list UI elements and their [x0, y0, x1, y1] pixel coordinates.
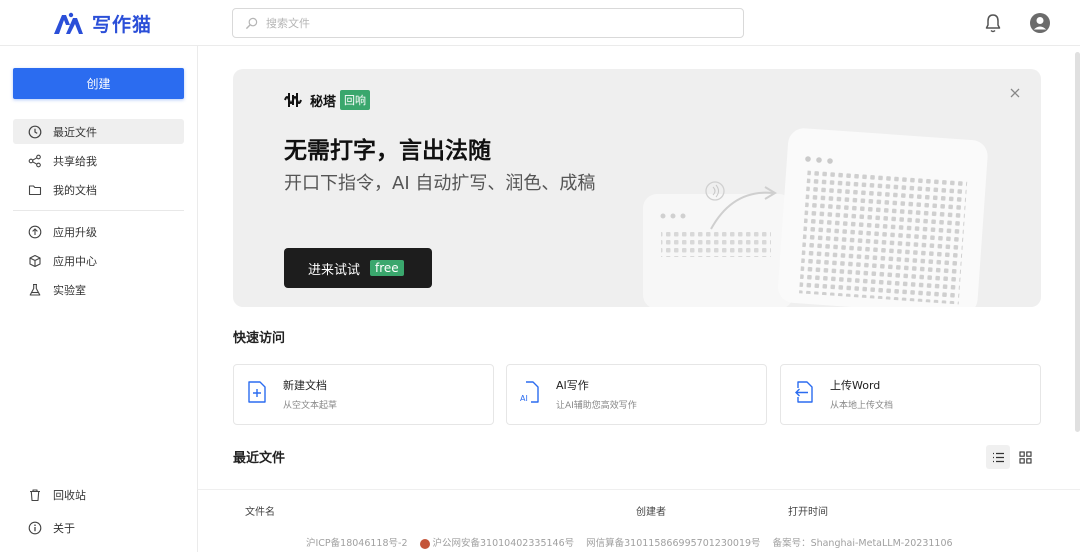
- create-button[interactable]: 创建: [13, 68, 184, 99]
- sidebar-item-label: 最近文件: [53, 125, 97, 139]
- grid-icon: [1018, 450, 1032, 464]
- sidebar-item-label: 回收站: [53, 488, 86, 502]
- card-desc: 让AI辅助您高效写作: [556, 401, 637, 411]
- footer-algo-record[interactable]: 网信算备310115866995701230019号: [586, 535, 760, 549]
- sidebar-item-shared[interactable]: 共享给我: [13, 148, 184, 173]
- sidebar-item-label: 应用中心: [53, 254, 97, 268]
- table-divider: [198, 489, 1080, 490]
- column-header-open-time[interactable]: 打开时间: [788, 503, 828, 518]
- footer-police-record[interactable]: 沪公网安备31010402335146号: [419, 535, 575, 549]
- recent-files-title: 最近文件: [233, 451, 286, 466]
- close-icon[interactable]: [1008, 86, 1022, 100]
- soundwave-icon: [284, 93, 302, 107]
- quick-card-new-doc[interactable]: 新建文档 从空文本起草: [233, 364, 494, 425]
- app-name: 写作猫: [92, 14, 153, 36]
- sidebar-item-about[interactable]: 关于: [13, 515, 184, 540]
- banner-subtitle: 开口下指令，AI 自动扩写、润色、成稿: [284, 173, 596, 194]
- footer-legal: 沪ICP备18046118号-2 沪公网安备31010402335146号 网信…: [306, 535, 965, 549]
- sidebar-item-label: 关于: [53, 521, 75, 535]
- new-doc-icon: [248, 381, 266, 403]
- sidebar-divider: [13, 210, 184, 211]
- svg-text:AI: AI: [520, 394, 528, 403]
- sidebar-item-label: 我的文档: [53, 183, 97, 197]
- sidebar-item-label: 实验室: [53, 283, 86, 297]
- police-badge-icon: [419, 538, 430, 549]
- sidebar-item-label: 共享给我: [53, 154, 97, 168]
- info-icon: [28, 521, 42, 534]
- sidebar-item-app-center[interactable]: 应用中心: [13, 248, 184, 273]
- quick-card-ai-writing[interactable]: AI AI写作 让AI辅助您高效写作: [506, 364, 767, 425]
- cube-icon: [29, 254, 41, 267]
- footer-record-no[interactable]: 备案号：Shanghai-MetaLLM-20231106: [773, 535, 953, 549]
- sidebar-item-my-docs[interactable]: 我的文档: [13, 177, 184, 202]
- main-content: 秘塔 回响 无需打字，言出法随 开口下指令，AI 自动扩写、润色、成稿 进来试试…: [198, 46, 1080, 552]
- banner-brand-badge: 回响: [340, 90, 371, 110]
- bell-icon[interactable]: [982, 12, 1004, 34]
- search-input[interactable]: [266, 16, 666, 30]
- trash-icon: [30, 488, 40, 501]
- upload-doc-icon: [795, 381, 813, 403]
- sidebar-item-label: 应用升级: [53, 225, 97, 239]
- card-title: 上传Word: [830, 379, 881, 392]
- banner-title: 无需打字，言出法随: [284, 138, 491, 164]
- banner-brand: 秘塔 回响: [284, 90, 371, 110]
- card-desc: 从本地上传文档: [830, 401, 894, 411]
- ai-doc-icon: AI: [520, 381, 539, 403]
- logo-icon: [54, 12, 83, 34]
- share-icon: [28, 154, 41, 167]
- flask-icon: [29, 283, 41, 296]
- quick-access-title: 快速访问: [233, 331, 286, 346]
- list-icon: [992, 452, 1004, 462]
- user-avatar-icon[interactable]: [1029, 12, 1051, 34]
- column-header-creator[interactable]: 创建者: [636, 503, 666, 518]
- sidebar: 创建 最近文件 共享给我 我的文档 应用升级 应用中心 实验室 回收站 关于: [0, 46, 198, 552]
- folder-icon: [28, 184, 42, 195]
- top-header: 写作猫: [0, 0, 1080, 46]
- upgrade-icon: [28, 225, 42, 238]
- card-desc: 从空文本起草: [283, 401, 338, 411]
- list-view-button[interactable]: [986, 445, 1010, 469]
- scrollbar[interactable]: [1075, 52, 1080, 432]
- voice-document-illustration: [643, 128, 988, 307]
- search-icon: [245, 17, 258, 29]
- search-box[interactable]: [232, 8, 744, 38]
- quick-card-upload-word[interactable]: 上传Word 从本地上传文档: [780, 364, 1041, 425]
- sidebar-item-recent[interactable]: 最近文件: [13, 119, 184, 144]
- column-header-filename[interactable]: 文件名: [245, 503, 275, 518]
- sidebar-item-trash[interactable]: 回收站: [13, 482, 184, 507]
- sidebar-item-lab[interactable]: 实验室: [13, 277, 184, 302]
- free-tag: free: [370, 260, 404, 276]
- banner-brand-name: 秘塔: [310, 94, 337, 110]
- grid-view-button[interactable]: [1013, 445, 1037, 469]
- card-title: 新建文档: [283, 379, 327, 392]
- try-now-button[interactable]: 进来试试 free: [284, 248, 432, 288]
- try-now-label: 进来试试: [308, 262, 361, 278]
- promo-banner[interactable]: 秘塔 回响 无需打字，言出法随 开口下指令，AI 自动扩写、润色、成稿 进来试试…: [233, 69, 1041, 307]
- card-title: AI写作: [556, 379, 589, 392]
- footer-icp[interactable]: 沪ICP备18046118号-2: [306, 535, 408, 549]
- footer-police-text: 沪公网安备31010402335146号: [432, 538, 575, 549]
- sidebar-item-upgrade[interactable]: 应用升级: [13, 219, 184, 244]
- app-logo[interactable]: 写作猫: [52, 10, 152, 37]
- clock-icon: [28, 125, 42, 138]
